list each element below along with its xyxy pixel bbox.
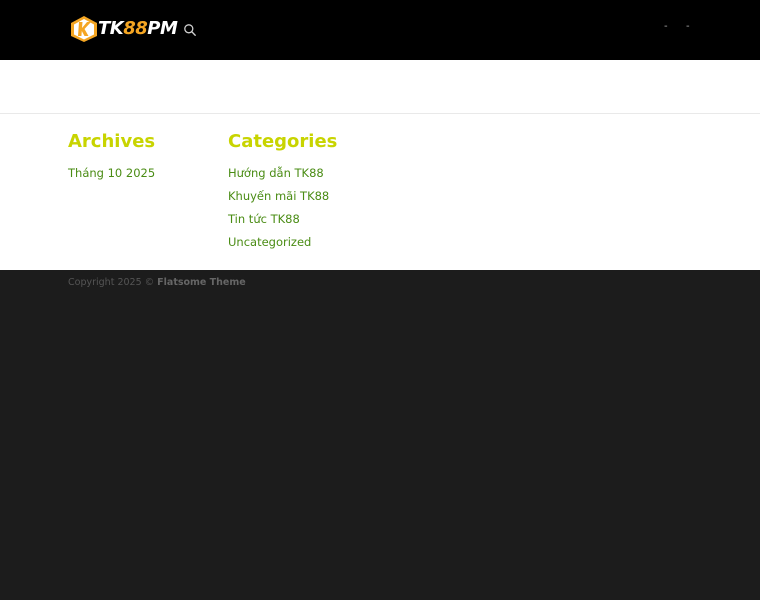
category-link-uncategorized[interactable]: Uncategorized bbox=[228, 231, 337, 254]
site-header: TK88PM - - bbox=[0, 0, 760, 60]
logo-wordmark: TK88PM bbox=[98, 17, 178, 41]
category-link-tin-tuc[interactable]: Tin tức TK88 bbox=[228, 208, 337, 231]
archives-list: Tháng 10 2025 bbox=[68, 162, 155, 185]
search-icon[interactable] bbox=[183, 23, 197, 37]
archives-title: Archives bbox=[68, 131, 156, 152]
copyright-text: Copyright 2025 © bbox=[68, 277, 158, 288]
theme-link[interactable]: Flatsome Theme bbox=[157, 277, 246, 288]
logo-prefix: TK bbox=[98, 18, 124, 39]
logo-number: 88 bbox=[123, 18, 148, 39]
nav-item-1[interactable]: - bbox=[664, 21, 668, 32]
nav-item-2[interactable]: - bbox=[686, 21, 690, 32]
footer-copyright: Copyright 2025 © Flatsome Theme bbox=[68, 277, 246, 288]
category-link-khuyen-mai[interactable]: Khuyến mãi TK88 bbox=[228, 185, 337, 208]
archive-link-oct-2025[interactable]: Tháng 10 2025 bbox=[68, 162, 155, 185]
logo-k-icon bbox=[71, 16, 97, 42]
categories-widget: Categories Hướng dẫn TK88 Khuyến mãi TK8… bbox=[228, 130, 337, 254]
site-logo[interactable]: TK88PM bbox=[70, 14, 178, 46]
categories-title: Categories bbox=[228, 131, 338, 152]
category-link-huong-dan[interactable]: Hướng dẫn TK88 bbox=[228, 162, 337, 185]
archives-widget: Archives Tháng 10 2025 bbox=[68, 130, 155, 185]
content-area: Archives Tháng 10 2025 Categories Hướng … bbox=[0, 60, 760, 270]
logo-suffix: PM bbox=[147, 18, 178, 39]
categories-list: Hướng dẫn TK88 Khuyến mãi TK88 Tin tức T… bbox=[228, 162, 337, 254]
content-divider bbox=[0, 113, 760, 114]
